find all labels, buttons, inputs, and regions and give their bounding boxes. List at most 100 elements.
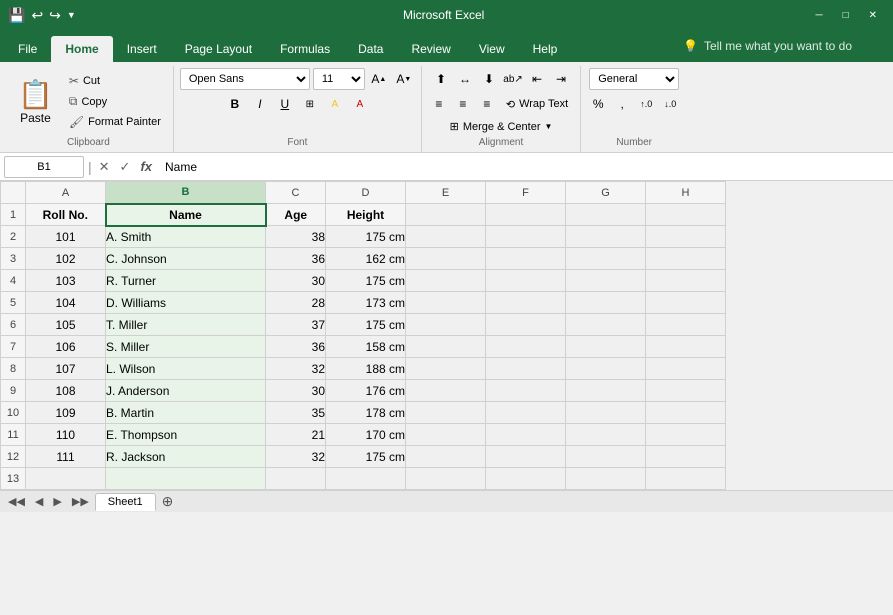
redo-icon[interactable]: ↪ [49,7,61,24]
cell-h12[interactable] [646,446,726,468]
cell-a3[interactable]: 102 [26,248,106,270]
cell-h5[interactable] [646,292,726,314]
cell-f4[interactable] [486,270,566,292]
sheet-nav-first[interactable]: ◀◀ [4,495,29,508]
col-header-g[interactable]: G [566,182,646,204]
cell-c5[interactable]: 28 [266,292,326,314]
cell-c11[interactable]: 21 [266,424,326,446]
cell-e11[interactable] [406,424,486,446]
align-left-btn[interactable]: ≡ [428,93,450,115]
cell-g6[interactable] [566,314,646,336]
tab-review[interactable]: Review [397,36,464,62]
cell-h13[interactable] [646,468,726,490]
cell-e2[interactable] [406,226,486,248]
cancel-formula-icon[interactable]: ✕ [96,159,113,175]
row-header-5[interactable]: 5 [1,292,26,314]
number-format-select[interactable]: General Number Currency Short Date [589,68,679,90]
cell-g11[interactable] [566,424,646,446]
cell-f6[interactable] [486,314,566,336]
cell-g3[interactable] [566,248,646,270]
cell-h9[interactable] [646,380,726,402]
cell-g5[interactable] [566,292,646,314]
col-header-a[interactable]: A [26,182,106,204]
cell-c9[interactable]: 30 [266,380,326,402]
close-btn[interactable]: ✕ [861,8,885,23]
sheet-nav-last[interactable]: ▶▶ [68,495,93,508]
cell-f12[interactable] [486,446,566,468]
decrease-font-btn[interactable]: A▼ [393,68,415,90]
cell-f3[interactable] [486,248,566,270]
row-header-1[interactable]: 1 [1,204,26,226]
cell-e6[interactable] [406,314,486,336]
cell-a4[interactable]: 103 [26,270,106,292]
cell-f8[interactable] [486,358,566,380]
align-center-btn[interactable]: ≡ [452,93,474,115]
cell-b2[interactable]: A. Smith [106,226,266,248]
cell-b6[interactable]: T. Miller [106,314,266,336]
cell-h3[interactable] [646,248,726,270]
tab-home[interactable]: Home [51,36,112,62]
cell-g4[interactable] [566,270,646,292]
cell-b11[interactable]: E. Thompson [106,424,266,446]
cell-h2[interactable] [646,226,726,248]
cell-e5[interactable] [406,292,486,314]
increase-font-btn[interactable]: A▲ [368,68,390,90]
row-header-9[interactable]: 9 [1,380,26,402]
cell-d4[interactable]: 175 cm [326,270,406,292]
cell-h1[interactable] [646,204,726,226]
cell-a6[interactable]: 105 [26,314,106,336]
cell-f11[interactable] [486,424,566,446]
cell-c1[interactable]: Age [266,204,326,226]
col-header-h[interactable]: H [646,182,726,204]
cell-b8[interactable]: L. Wilson [106,358,266,380]
col-header-c[interactable]: C [266,182,326,204]
cell-b7[interactable]: S. Miller [106,336,266,358]
row-header-10[interactable]: 10 [1,402,26,424]
cell-d2[interactable]: 175 cm [326,226,406,248]
dropdown-icon[interactable]: ▼ [67,10,76,20]
underline-button[interactable]: U [274,93,296,115]
cell-d8[interactable]: 188 cm [326,358,406,380]
col-header-e[interactable]: E [406,182,486,204]
cell-a11[interactable]: 110 [26,424,106,446]
cut-button[interactable]: ✂ Cut [63,72,167,90]
row-header-11[interactable]: 11 [1,424,26,446]
cell-g10[interactable] [566,402,646,424]
cell-e10[interactable] [406,402,486,424]
tell-me-text[interactable]: Tell me what you want to do [704,39,852,53]
cell-d10[interactable]: 178 cm [326,402,406,424]
cell-f13[interactable] [486,468,566,490]
sheet-nav-next[interactable]: ▶ [49,495,65,508]
italic-button[interactable]: I [249,93,271,115]
cell-e4[interactable] [406,270,486,292]
formula-input[interactable] [159,156,889,178]
cell-a10[interactable]: 109 [26,402,106,424]
cell-d11[interactable]: 170 cm [326,424,406,446]
row-header-4[interactable]: 4 [1,270,26,292]
cell-b10[interactable]: B. Martin [106,402,266,424]
cell-c6[interactable]: 37 [266,314,326,336]
merge-dropdown-icon[interactable]: ▼ [545,122,553,131]
cell-g7[interactable] [566,336,646,358]
cell-c13[interactable] [266,468,326,490]
sheet-tab-1[interactable]: Sheet1 [95,493,156,511]
cell-d9[interactable]: 176 cm [326,380,406,402]
cell-f5[interactable] [486,292,566,314]
cell-d3[interactable]: 162 cm [326,248,406,270]
minimize-btn[interactable]: ─ [807,8,830,23]
spreadsheet[interactable]: A B C D E F G H 1Roll No.NameAgeHeight21… [0,181,893,490]
copy-button[interactable]: ⧉ Copy [63,92,167,111]
cell-f7[interactable] [486,336,566,358]
cell-a7[interactable]: 106 [26,336,106,358]
cell-b5[interactable]: D. Williams [106,292,266,314]
cell-e13[interactable] [406,468,486,490]
cell-c2[interactable]: 38 [266,226,326,248]
cell-e1[interactable] [406,204,486,226]
cell-b13[interactable] [106,468,266,490]
cell-g12[interactable] [566,446,646,468]
paste-button[interactable]: 📋 Paste [10,68,61,135]
cell-c12[interactable]: 32 [266,446,326,468]
tab-insert[interactable]: Insert [113,36,171,62]
tab-formulas[interactable]: Formulas [266,36,344,62]
col-header-f[interactable]: F [486,182,566,204]
